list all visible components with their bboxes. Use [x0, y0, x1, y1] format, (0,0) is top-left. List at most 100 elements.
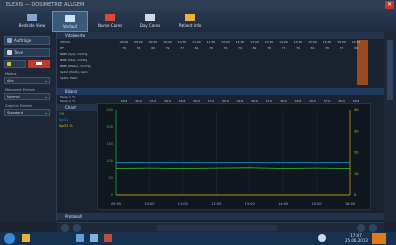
title-bar: ELEXIS — DOSIMETRIE ALLGEM ✕: [0, 0, 396, 10]
time-scroll-track[interactable]: [157, 225, 277, 231]
hr-cell[interactable]: 78: [117, 46, 131, 51]
clock: 17:47 25.06.2013: [345, 233, 368, 243]
tab-bedside-view[interactable]: Bedside View: [14, 11, 50, 32]
trend-chart-svg: 09:00 10:00 11:00 12:00 13:00 14:00 15:00 16:00…: [106, 108, 358, 206]
time-header: 16:30: [351, 40, 361, 44]
row-label: SpO2, Pleth: [60, 76, 78, 80]
time-header: 12:30: [235, 40, 245, 44]
time-header: 10:30: [177, 40, 187, 44]
time-header: 14:00: [279, 40, 288, 44]
browser-icon[interactable]: [90, 234, 98, 242]
trend-chart[interactable]: 09:00 10:00 11:00 12:00 13:00 14:00 15:00 16:00…: [97, 103, 371, 210]
tab-nurse-cares[interactable]: Nurse Cares: [92, 11, 128, 32]
y-tick-label: 50: [109, 176, 113, 180]
pen-icon: [7, 38, 12, 43]
palette-icon: [7, 62, 11, 66]
app-icon[interactable]: [76, 234, 84, 242]
time-header: 11:00: [192, 40, 201, 44]
mode-select[interactable]: Alle ⌄: [4, 77, 50, 84]
y2-tick-label: 40: [354, 108, 358, 112]
team-button[interactable]: Teve: [4, 48, 50, 57]
person-icon: [185, 14, 195, 21]
last-page-button[interactable]: [369, 224, 377, 232]
y-tick-label: 150: [106, 142, 113, 146]
mode-label: Modus: [5, 72, 17, 76]
time-header: 12:00: [221, 40, 230, 44]
graphic-unit-label: Graphic Einheit: [5, 104, 32, 108]
y-tick-label: 100: [106, 159, 113, 163]
hr-cell[interactable]: 76: [219, 46, 233, 51]
chart-legend: HR SpO2 SpO2 %: [59, 112, 95, 130]
vertical-scrollbar[interactable]: [384, 32, 396, 222]
tray-icon[interactable]: [318, 234, 326, 242]
hr-cell[interactable]: 77: [175, 46, 189, 51]
hr-cell[interactable]: 80: [349, 46, 363, 51]
hr-cell[interactable]: 76: [132, 46, 146, 51]
folder-icon[interactable]: [22, 234, 30, 242]
people-icon: [7, 50, 12, 55]
vitals-section-header[interactable]: Vitalwerte: [57, 32, 384, 39]
close-button[interactable]: ✕: [385, 1, 394, 9]
notification-icon[interactable]: [372, 233, 386, 244]
chevron-down-icon: ⌄: [44, 94, 48, 99]
x-tick-label: 09:00: [111, 202, 121, 206]
legend-item: SpO2: [59, 118, 69, 122]
vitals-row: VITALS 09:00 09:00 09:30 10:00 10:30 11:00 11:3…: [57, 40, 384, 45]
y2-tick-label: 30: [354, 129, 358, 133]
value-unit-select[interactable]: Normal ⌄: [4, 93, 50, 100]
elexis-icon[interactable]: [104, 234, 112, 242]
time-header: 09:00: [119, 40, 129, 44]
row-label: SpO2 (Pleth), bpm: [60, 70, 88, 74]
cross-icon: [105, 14, 115, 21]
color-toggle[interactable]: [4, 60, 26, 68]
hr-cell[interactable]: 78: [320, 46, 334, 51]
legend-item: HR: [59, 112, 65, 116]
time-header: 16:00: [337, 40, 346, 44]
value-unit-label: Messwert Einheit: [5, 88, 35, 92]
left-panel: Aufträge Teve Modus Alle ⌄ Messwert Einhe…: [0, 32, 57, 222]
hr-cell[interactable]: 77: [335, 46, 349, 51]
monitor-icon: [27, 14, 37, 21]
hr-cell[interactable]: 78: [262, 46, 276, 51]
y2-tick-label: 20: [354, 151, 358, 155]
taskbar: 17:47 25.06.2013: [0, 232, 396, 245]
orders-button[interactable]: Aufträge: [4, 36, 50, 45]
x-tick-label: 14:00: [278, 202, 288, 206]
scrollbar-thumb[interactable]: [387, 40, 393, 100]
hr-cell[interactable]: 77: [277, 46, 291, 51]
tab-patient-info[interactable]: Patient Info: [172, 11, 208, 32]
balance-section-header[interactable]: Bilanz: [57, 88, 384, 95]
bottle-icon: [145, 14, 155, 21]
next-page-button[interactable]: [357, 224, 365, 232]
hr-cell[interactable]: 79: [161, 46, 175, 51]
y-tick-label: 0: [111, 193, 113, 197]
chart-icon: [65, 15, 75, 22]
hr-cell[interactable]: 80: [146, 46, 160, 51]
chart-section-header[interactable]: Chart: [57, 104, 97, 111]
protocol-section-header[interactable]: Protokoll: [57, 213, 384, 220]
window-title: ELEXIS — DOSIMETRIE ALLGEM: [6, 2, 85, 8]
tab-verlauf[interactable]: Verlauf: [52, 11, 88, 32]
row-label: NIBP (Sys), mmHg: [60, 52, 88, 56]
tab-day-cares[interactable]: Day Cares: [132, 11, 168, 32]
tab-label: Nurse Cares: [97, 23, 123, 28]
row-label: HF: [60, 46, 64, 50]
first-page-button[interactable]: [61, 224, 69, 232]
hr-cell[interactable]: 79: [233, 46, 247, 51]
hr-cell[interactable]: 81: [306, 46, 320, 51]
row-label: VITALS: [60, 40, 71, 44]
graphic-unit-select[interactable]: Standard ⌄: [4, 109, 50, 116]
alarm-toggle[interactable]: [28, 60, 50, 68]
start-icon[interactable]: [4, 233, 15, 244]
vitals-row: HF 78 76 80 79 77 81 78 76 79 80 78 77 79 81 78 77 80: [57, 46, 384, 51]
vitals-row: SpO2 (Pleth), bpm: [57, 70, 384, 75]
tab-label: Bedside View: [18, 23, 46, 28]
hr-cell[interactable]: 78: [204, 46, 218, 51]
vitals-row: SpO2, Pleth: [57, 76, 384, 81]
previous-page-button[interactable]: [73, 224, 81, 232]
hr-cell[interactable]: 80: [248, 46, 262, 51]
time-header: 11:30: [206, 40, 216, 44]
vitals-row: NIBP (Sys), mmHg: [57, 52, 384, 57]
hr-cell[interactable]: 81: [190, 46, 204, 51]
hr-cell[interactable]: 79: [291, 46, 305, 51]
